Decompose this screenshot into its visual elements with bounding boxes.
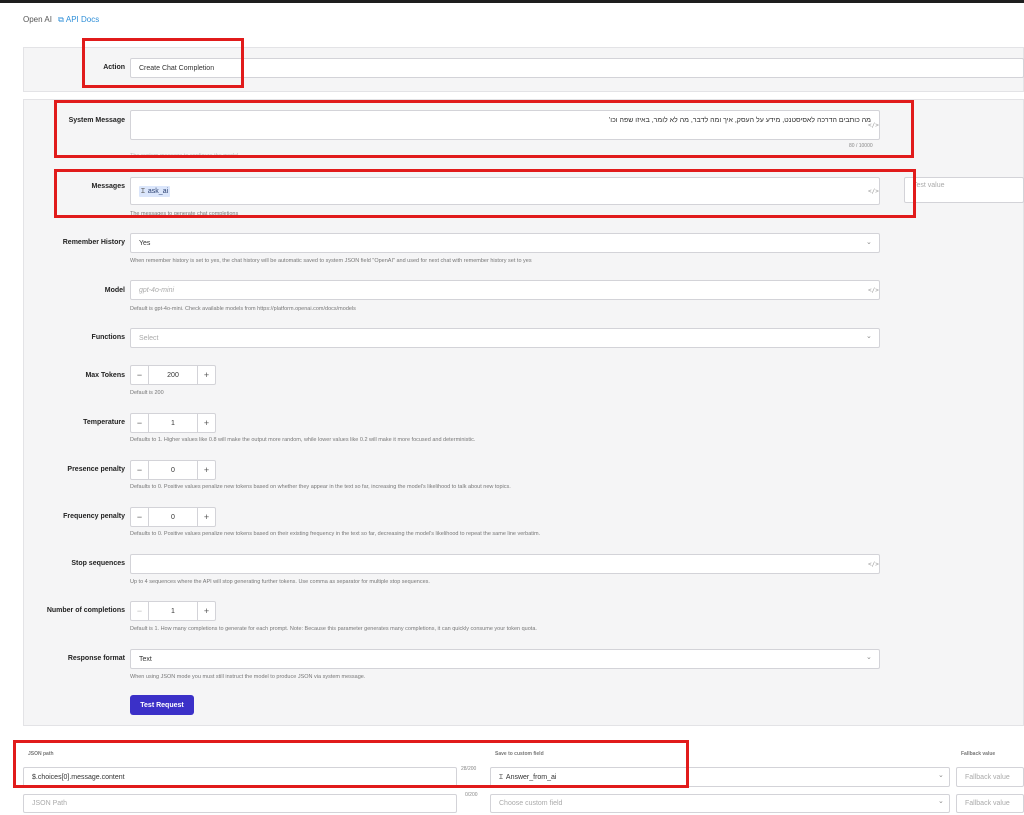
max-tokens-value[interactable]: 200 [149,366,197,384]
messages-label: Messages [91,183,125,190]
temperature-label: Temperature [83,419,125,426]
breadcrumb: Open AI ⧉ API Docs [23,15,99,25]
custom-field-select[interactable]: Ɪ Answer_from_ai [490,767,950,787]
completions-value[interactable]: 1 [149,602,197,620]
remember-history-hint: When remember history is set to yes, the… [130,258,532,264]
chevron-down-icon[interactable]: ⌄ [866,238,872,246]
max-tokens-stepper[interactable]: − 200 + [130,365,216,385]
fallback-input[interactable]: Fallback value [956,794,1024,813]
model-hint: Default is gpt-4o-mini. Check available … [130,306,356,312]
chevron-down-icon[interactable]: ⌄ [866,653,872,661]
temperature-stepper[interactable]: − 1 + [130,413,216,433]
chevron-down-icon[interactable]: ⌄ [938,797,944,805]
json-path-header: JSON path [28,751,54,757]
top-bar [0,0,1024,3]
plus-icon[interactable]: + [197,414,215,432]
presence-penalty-hint: Defaults to 0. Positive values penalize … [130,484,511,490]
completions-label: Number of completions [46,607,125,614]
test-request-button[interactable]: Test Request [130,695,194,715]
chevron-down-icon[interactable]: ⌄ [938,771,944,779]
model-input[interactable]: gpt-4o-mini [130,280,880,300]
remember-history-label: Remember History [62,239,125,246]
fallback-input[interactable]: Fallback value [956,767,1024,787]
plus-icon[interactable]: + [197,508,215,526]
text-variable-icon: Ɪ [499,773,503,781]
action-label: Action [103,64,125,71]
messages-input[interactable]: Ɪask_ai [130,177,880,205]
messages-hint: The messages to generate chat completion… [130,211,239,217]
response-format-select[interactable]: Text [130,649,880,669]
system-message-value: מה כותבים הדרכה לאסיסטנט, מידע על העסק, … [608,117,871,124]
presence-penalty-stepper[interactable]: − 0 + [130,460,216,480]
json-path-input[interactable]: $.choices[0].message.content [23,767,457,787]
api-docs-link[interactable]: API Docs [66,15,99,24]
frequency-penalty-label: Frequency penalty [63,513,125,520]
stop-sequences-hint: Up to 4 sequences where the API will sto… [130,579,430,585]
json-path-input[interactable]: JSON Path [23,794,457,813]
json-path-counter: 0/200 [465,792,478,798]
code-icon[interactable]: </> [868,188,879,195]
completions-hint: Default is 1. How many completions to ge… [130,626,537,632]
variable-chip[interactable]: Ɪask_ai [139,185,171,197]
text-variable-icon: Ɪ [141,187,145,195]
stop-sequences-label: Stop sequences [71,560,125,567]
chevron-down-icon[interactable]: ⌄ [866,332,872,340]
frequency-penalty-hint: Defaults to 0. Positive values penalize … [130,531,541,537]
code-icon[interactable]: </> [868,287,879,294]
minus-icon[interactable]: − [131,366,149,384]
system-message-input[interactable]: מה כותבים הדרכה לאסיסטנט, מידע על העסק, … [130,110,880,140]
system-message-counter: 80 / 10000 [849,143,873,149]
max-tokens-label: Max Tokens [85,372,125,379]
external-link-icon[interactable]: ⧉ [58,15,64,24]
plus-icon[interactable]: + [197,366,215,384]
minus-icon[interactable]: − [131,602,149,620]
max-tokens-hint: Default is 200 [130,390,164,396]
system-message-hint: The system message to configure the mode… [130,153,239,159]
action-value: Create Chat Completion [139,64,215,72]
action-select[interactable]: Create Chat Completion [130,58,1024,78]
stop-sequences-input[interactable] [130,554,880,574]
plus-icon[interactable]: + [197,602,215,620]
frequency-penalty-value[interactable]: 0 [149,508,197,526]
custom-field-header: Save to custom field [495,751,544,757]
functions-label: Functions [91,334,125,341]
app-name: Open AI [23,15,52,24]
temperature-hint: Defaults to 1. Higher values like 0.8 wi… [130,437,476,443]
response-format-hint: When using JSON mode you must still inst… [130,674,366,680]
custom-field-select[interactable]: Choose custom field [490,794,950,813]
minus-icon[interactable]: − [131,508,149,526]
functions-select[interactable]: Select [130,328,880,348]
presence-penalty-value[interactable]: 0 [149,461,197,479]
system-message-label: System Message [68,117,125,124]
frequency-penalty-stepper[interactable]: − 0 + [130,507,216,527]
remember-history-select[interactable]: Yes [130,233,880,253]
json-path-counter: 28/200 [461,766,477,772]
minus-icon[interactable]: − [131,414,149,432]
minus-icon[interactable]: − [131,461,149,479]
presence-penalty-label: Presence penalty [67,466,125,473]
fallback-header: Fallback value [961,751,996,757]
plus-icon[interactable]: + [197,461,215,479]
model-label: Model [104,287,125,294]
temperature-value[interactable]: 1 [149,414,197,432]
code-icon[interactable]: </> [868,561,879,568]
test-value-input[interactable]: Test value [904,177,1024,203]
completions-stepper[interactable]: − 1 + [130,601,216,621]
code-icon[interactable]: </> [868,122,879,129]
response-format-label: Response format [67,655,125,662]
